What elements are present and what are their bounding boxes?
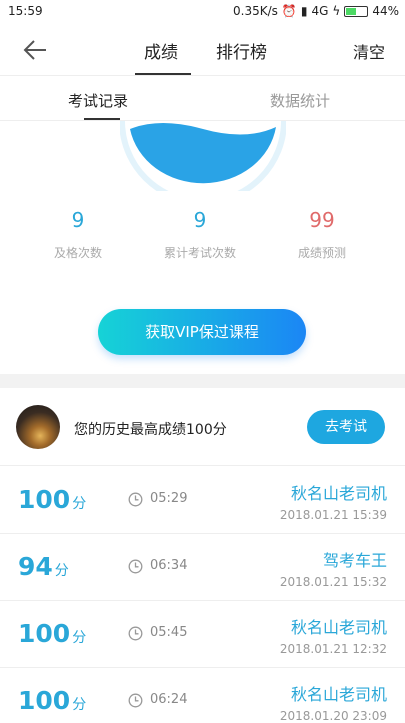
status-time: 15:59 <box>8 4 43 18</box>
stat-prediction: 99 成绩预测 <box>262 208 382 261</box>
clock-icon <box>128 693 143 708</box>
best-score-text: 您的历史最高成绩100分 <box>74 422 227 438</box>
battery-level: 44% <box>372 4 399 18</box>
network-speed: 0.35K/s <box>233 4 278 18</box>
take-exam-button[interactable]: 去考试 <box>307 410 385 444</box>
record-date: 2018.01.21 15:39 <box>279 508 387 522</box>
record-score: 100 分 <box>18 485 87 514</box>
clock-icon <box>128 492 143 507</box>
subtab-data-stats[interactable]: 数据统计 <box>270 90 330 111</box>
record-date: 2018.01.20 23:09 <box>279 709 387 723</box>
active-tab-indicator <box>135 73 191 75</box>
list-item[interactable]: 100 分 05:45 秋名山老司机 2018.01.21 12:32 <box>0 601 405 668</box>
avatar <box>16 405 60 449</box>
record-name: 秋名山老司机 <box>290 484 387 503</box>
record-name: 驾考车王 <box>322 551 387 570</box>
total-count-label: 累计考试次数 <box>163 246 236 260</box>
record-name: 秋名山老司机 <box>290 618 387 637</box>
list-item[interactable]: 100 分 05:29 秋名山老司机 2018.01.21 15:39 <box>0 467 405 534</box>
battery-icon <box>344 5 369 17</box>
record-duration: 06:34 <box>150 558 188 573</box>
tab-scores[interactable]: 成绩 <box>144 38 178 63</box>
sub-tabs: 考试记录 数据统计 <box>0 77 405 121</box>
record-duration: 06:24 <box>150 692 188 707</box>
clock-icon <box>128 559 143 574</box>
stat-pass-count: 9 及格次数 <box>18 208 138 261</box>
vip-course-button[interactable]: 获取VIP保过课程 <box>98 309 306 355</box>
list-item[interactable]: 100 分 06:24 秋名山老司机 2018.01.20 23:09 <box>0 668 405 723</box>
stats-row: 9 及格次数 9 累计考试次数 99 成绩预测 <box>0 208 405 268</box>
record-date: 2018.01.21 15:32 <box>279 575 387 589</box>
nav-bar: 成绩 排行榜 清空 <box>0 24 405 76</box>
total-count-value: 9 <box>193 208 207 232</box>
section-divider <box>0 374 405 388</box>
record-date: 2018.01.21 12:32 <box>279 642 387 656</box>
record-duration: 05:45 <box>150 625 188 640</box>
status-bar: 15:59 0.35K/s ⏰ ▮ 4G ϟ 44% <box>0 0 405 24</box>
active-subtab-indicator <box>84 118 120 120</box>
pass-count-value: 9 <box>71 208 85 232</box>
score-gauge <box>120 121 286 191</box>
prediction-label: 成绩预测 <box>297 246 346 260</box>
alarm-icon: ⏰ <box>281 4 297 18</box>
network-type: 4G <box>311 4 329 18</box>
tab-ranking[interactable]: 排行榜 <box>216 38 267 63</box>
best-score-row: 您的历史最高成绩100分 去考试 <box>0 388 405 466</box>
record-duration: 05:29 <box>150 491 188 506</box>
record-score: 94 分 <box>18 552 69 581</box>
charging-icon: ϟ <box>332 4 341 18</box>
subtab-exam-records[interactable]: 考试记录 <box>68 90 128 111</box>
status-icons: 0.35K/s ⏰ ▮ 4G ϟ 44% <box>233 4 399 18</box>
pass-count-label: 及格次数 <box>53 246 102 260</box>
record-name: 秋名山老司机 <box>290 685 387 704</box>
clock-icon <box>128 626 143 641</box>
prediction-value: 99 <box>309 208 335 232</box>
record-score: 100 分 <box>18 619 87 648</box>
signal-icon: ▮ <box>300 4 308 18</box>
back-arrow-icon[interactable] <box>22 37 48 63</box>
list-item[interactable]: 94 分 06:34 驾考车王 2018.01.21 15:32 <box>0 534 405 601</box>
stat-total-count: 9 累计考试次数 <box>140 208 260 261</box>
record-score: 100 分 <box>18 686 87 715</box>
clear-button[interactable]: 清空 <box>353 39 385 63</box>
